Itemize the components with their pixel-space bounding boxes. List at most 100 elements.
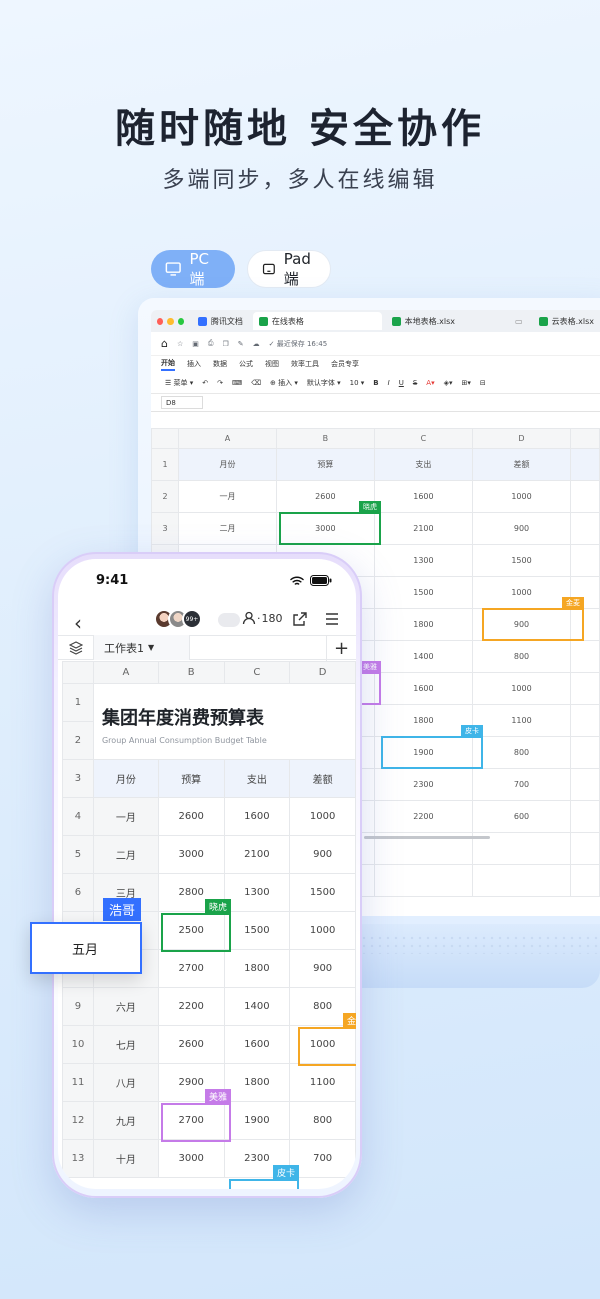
table-cell[interactable] [570,832,600,865]
table-cell[interactable] [570,768,600,801]
tab-cloud-sheet[interactable]: 云表格.xlsx [533,312,600,330]
col-header[interactable]: A [92,661,159,684]
col-header[interactable]: A [178,428,277,449]
menu-item-vip[interactable]: 会员专享 [331,359,359,369]
table-cell[interactable] [570,800,600,833]
table-cell[interactable]: 1800 [373,704,473,737]
undo-icon[interactable]: ↶ [202,379,208,387]
col-header[interactable]: B [275,428,375,449]
menu-icon[interactable] [324,611,340,631]
close-window-button[interactable] [157,317,164,325]
table-cell[interactable]: 八月 [92,1063,159,1102]
col-header[interactable]: D [289,661,356,684]
table-cell[interactable]: 九月 [92,1101,159,1140]
table-cell[interactable] [570,704,600,737]
row-number[interactable]: 5 [62,835,94,874]
table-cell[interactable] [570,640,600,673]
maximize-window-button[interactable] [177,317,184,325]
col-header[interactable]: C [373,428,473,449]
table-cell[interactable]: 七月 [92,1025,159,1064]
table-cell[interactable]: 六月 [92,987,159,1026]
layers-icon[interactable] [58,635,94,660]
row-number[interactable]: 10 [62,1025,94,1064]
table-cell[interactable]: 1000 [289,911,356,950]
table-cell[interactable]: 2600 [275,480,375,513]
row-number[interactable]: 2 [151,480,180,513]
table-cell[interactable]: 1600 [373,480,473,513]
underline-icon[interactable]: U [399,379,404,387]
table-cell[interactable]: 900 [289,949,356,988]
share-icon[interactable] [292,611,308,631]
table-cell[interactable]: 1600 [223,797,291,836]
table-cell[interactable]: 1500 [373,576,473,609]
table-cell[interactable] [570,672,600,705]
table-cell[interactable]: 1800 [223,1063,291,1102]
table-cell[interactable]: 800 [471,640,572,673]
cell-reference-input[interactable]: D8 [161,396,203,409]
add-sheet-button[interactable]: + [326,636,356,661]
table-cell[interactable]: 预算 [275,448,375,481]
table-cell[interactable]: 1800 [223,949,291,988]
table-cell[interactable]: 1300 [223,873,291,912]
table-header-cell[interactable]: 差额 [289,759,356,798]
table-cell[interactable]: 1000 [471,480,572,513]
table-cell[interactable]: 1000 [289,797,356,836]
table-cell[interactable]: 2200 [373,800,473,833]
row-number[interactable]: 4 [62,797,94,836]
table-cell[interactable]: 2100 [223,835,291,874]
table-cell[interactable]: 3000 [157,1139,225,1178]
redo-icon[interactable]: ↷ [217,379,223,387]
italic-icon[interactable]: I [388,379,390,387]
row-number[interactable]: 13 [62,1139,94,1178]
tab-online-sheet[interactable]: 在线表格 [252,312,382,330]
border-icon[interactable]: ⊞▾ [462,379,471,387]
table-cell[interactable]: 800 [471,736,572,769]
star-icon[interactable]: ☆ [177,340,183,348]
table-cell[interactable]: 1900 [373,736,473,769]
pad-tab-button[interactable]: Pad端 [247,250,331,288]
menu-item-formula[interactable]: 公式 [239,359,253,369]
menu-dropdown-button[interactable]: ☰ 菜单 ▾ [165,378,193,388]
row-number[interactable]: 3 [62,759,94,798]
row-number[interactable]: 2 [62,721,94,760]
table-cell[interactable]: 900 [471,512,572,545]
table-cell[interactable]: 2600 [157,797,225,836]
menu-item-insert[interactable]: 插入 [187,359,201,369]
table-cell[interactable]: 1000 [289,1025,356,1064]
table-cell[interactable] [570,736,600,769]
table-cell[interactable]: 2100 [373,512,473,545]
table-cell[interactable] [570,576,600,609]
table-cell[interactable] [570,864,600,897]
row-number[interactable]: 6 [62,873,94,912]
menu-item-view[interactable]: 视图 [265,359,279,369]
table-cell[interactable]: 1900 [223,1101,291,1140]
tab-local-sheet[interactable]: 本地表格.xlsx ▭ [386,312,529,330]
table-cell[interactable]: 二月 [92,835,159,874]
copy-icon[interactable]: ❐ [223,340,229,348]
table-cell[interactable]: 支出 [373,448,473,481]
bold-icon[interactable]: B [373,379,378,387]
people-count[interactable]: · 180 [242,611,283,625]
menu-item-data[interactable]: 数据 [213,359,227,369]
table-cell[interactable] [471,864,572,897]
table-cell[interactable]: 2500 [157,911,225,950]
insert-dropdown-button[interactable]: ⊕ 插入 ▾ [270,378,298,388]
table-cell[interactable]: 700 [471,768,572,801]
strikethrough-icon[interactable]: S [413,379,417,387]
table-cell[interactable]: 1000 [471,672,572,705]
table-cell[interactable]: 2700 [157,1101,225,1140]
cloud-icon[interactable]: ☁ [253,340,260,348]
table-cell[interactable]: 差额 [471,448,572,481]
table-cell[interactable]: 月份 [178,448,277,481]
table-cell[interactable]: 2800 [157,873,225,912]
col-header[interactable] [570,428,600,449]
row-number[interactable]: 1 [151,448,180,481]
row-number[interactable]: 9 [62,987,94,1026]
table-header-cell[interactable]: 预算 [157,759,225,798]
corner-cell[interactable] [151,428,180,449]
table-cell[interactable]: 900 [289,835,356,874]
table-header-cell[interactable]: 月份 [92,759,159,798]
row-number[interactable]: 12 [62,1101,94,1140]
table-header-cell[interactable]: 支出 [223,759,291,798]
table-cell[interactable]: 800 [289,987,356,1026]
